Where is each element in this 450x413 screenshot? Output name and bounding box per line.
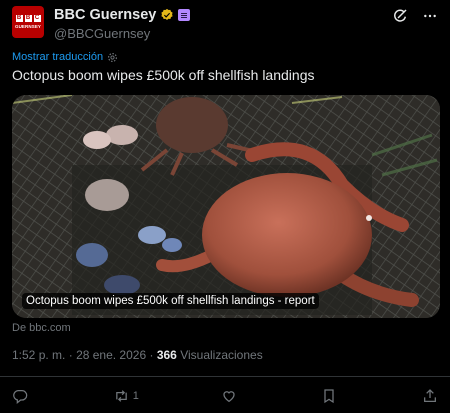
reply-icon (13, 390, 28, 404)
tweet-date[interactable]: 28 ene. 2026 (76, 348, 146, 362)
repost-count: 1 (132, 390, 139, 402)
logo-letter: B (15, 15, 23, 22)
verified-badge-icon[interactable] (160, 8, 174, 22)
views-label: Visualizaciones (180, 348, 263, 362)
bookmark-button[interactable] (321, 388, 340, 404)
meta-separator: · (68, 348, 73, 362)
article-image[interactable] (12, 95, 440, 318)
logo-letter: C (33, 15, 41, 22)
tweet-header: B B C GUERNSEY BBC Guernsey @BBCGuernsey (12, 6, 438, 42)
action-bar: 1 (12, 386, 438, 406)
heart-icon (222, 391, 235, 403)
avatar-subtitle: GUERNSEY (14, 24, 42, 29)
card-source[interactable]: De bbc.com (12, 322, 71, 334)
government-affiliation-icon[interactable] (178, 9, 191, 21)
display-name[interactable]: BBC Guernsey (54, 7, 156, 23)
bookmark-icon (324, 389, 334, 404)
name-row: BBC Guernsey (54, 7, 191, 23)
views-count: 366 (156, 348, 177, 362)
logo-letter: B (24, 15, 32, 22)
meta-separator: · (149, 348, 154, 362)
more-icon[interactable] (422, 8, 438, 24)
repost-icon (115, 390, 127, 402)
repost-button[interactable]: 1 (113, 388, 139, 404)
reply-button[interactable] (12, 388, 31, 404)
handle[interactable]: @BBCGuernsey (54, 26, 150, 41)
tweet-meta: 1:52 p. m. · 28 ene. 2026 · 366 Visualiz… (12, 348, 263, 362)
tweet-text: Octopus boom wipes £500k off shellfish l… (12, 67, 315, 83)
show-translation-link[interactable]: Mostrar traducción (12, 51, 118, 63)
bbc-logo: B B C (15, 15, 41, 22)
share-icon (424, 389, 436, 402)
header-actions (392, 8, 438, 24)
divider (0, 376, 450, 377)
gear-icon (108, 52, 118, 62)
grok-icon[interactable] (392, 8, 408, 24)
link-card[interactable]: Octopus boom wipes £500k off shellfish l… (12, 95, 440, 318)
avatar[interactable]: B B C GUERNSEY (12, 6, 44, 38)
translation-label[interactable]: Mostrar traducción (12, 51, 103, 63)
card-title[interactable]: Octopus boom wipes £500k off shellfish l… (22, 293, 319, 309)
like-button[interactable] (221, 388, 240, 404)
tweet-time[interactable]: 1:52 p. m. (12, 348, 65, 362)
share-button[interactable] (422, 388, 438, 404)
